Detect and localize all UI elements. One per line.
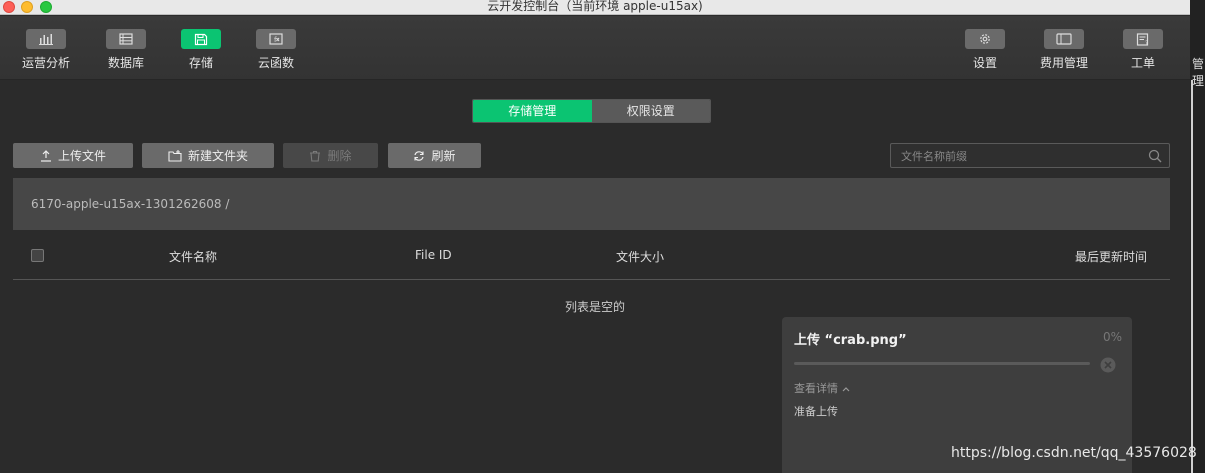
- empty-list-message: 列表是空的: [564, 300, 625, 314]
- view-details-label: 查看详情: [794, 382, 838, 395]
- delete-button[interactable]: 删除: [283, 143, 378, 168]
- svg-text:?: ?: [1145, 40, 1148, 46]
- window-divider: [1191, 80, 1193, 473]
- chevron-up-icon: [842, 387, 849, 392]
- column-header-size[interactable]: 文件大小: [616, 248, 664, 265]
- app-window: 云开发控制台（当前环境 apple-u15ax) 运营分析 数据库 存储 f 云…: [0, 0, 1205, 473]
- column-header-file-id[interactable]: File ID: [415, 248, 452, 262]
- storage-tabs: 存储管理 权限设置: [472, 99, 711, 123]
- clipped-toolbar-label: 管理: [1192, 57, 1205, 88]
- toolbar-ticket-button[interactable]: ? 工单: [1113, 29, 1173, 71]
- upload-file-label: 上传文件: [57, 149, 106, 163]
- new-folder-icon: [168, 149, 182, 162]
- database-icon: [106, 29, 146, 49]
- toolbar-label: 工单: [1130, 56, 1155, 70]
- billing-icon: [1044, 29, 1084, 49]
- cancel-upload-icon[interactable]: [1100, 357, 1116, 373]
- select-all-checkbox[interactable]: [31, 249, 44, 262]
- svg-text:f: f: [274, 36, 277, 44]
- breadcrumb: 6170-apple-u15ax-1301262608 /: [13, 178, 1170, 230]
- toolbar-label: 存储: [188, 56, 213, 70]
- tab-permission-settings[interactable]: 权限设置: [591, 100, 710, 122]
- upload-percent: 0%: [1102, 330, 1122, 344]
- refresh-label: 刷新: [431, 149, 456, 163]
- bar-chart-icon: [26, 29, 66, 49]
- toolbar-storage-button[interactable]: 存储: [171, 29, 231, 71]
- toolbar-database-button[interactable]: 数据库: [96, 29, 156, 71]
- toolbar-billing-button[interactable]: 费用管理: [1034, 29, 1094, 71]
- tab-storage-management[interactable]: 存储管理: [473, 100, 592, 122]
- delete-label: 删除: [327, 149, 352, 163]
- breadcrumb-path[interactable]: 6170-apple-u15ax-1301262608 /: [31, 197, 229, 211]
- new-folder-button[interactable]: 新建文件夹: [142, 143, 274, 168]
- title-bar: 云开发控制台（当前环境 apple-u15ax): [0, 0, 1190, 15]
- toolbar-analytics-button[interactable]: 运营分析: [16, 29, 76, 71]
- gear-icon: [965, 29, 1005, 49]
- refresh-icon: [414, 150, 425, 161]
- toolbar-label: 数据库: [107, 56, 144, 70]
- toolbar-label: 运营分析: [21, 56, 70, 70]
- window-title: 云开发控制台（当前环境 apple-u15ax): [487, 0, 703, 13]
- search-input[interactable]: [901, 147, 1141, 165]
- toolbar-label: 设置: [972, 56, 997, 70]
- storage-icon: [181, 29, 221, 49]
- toolbar-label: 费用管理: [1039, 56, 1088, 70]
- toolbar-settings-button[interactable]: 设置: [955, 29, 1015, 71]
- ticket-icon: ?: [1123, 29, 1163, 49]
- toolbar-label: 云函数: [257, 56, 294, 70]
- refresh-button[interactable]: 刷新: [388, 143, 481, 168]
- table-header: 文件名称 File ID 文件大小 最后更新时间: [13, 240, 1170, 280]
- upload-icon: [40, 149, 51, 162]
- upload-file-button[interactable]: 上传文件: [13, 143, 133, 168]
- new-folder-label: 新建文件夹: [187, 149, 248, 163]
- column-header-updated[interactable]: 最后更新时间: [1075, 248, 1147, 265]
- function-icon: f: [256, 29, 296, 49]
- upload-progress-bar: [794, 362, 1090, 365]
- watermark: https://blog.csdn.net/qq_43576028: [951, 445, 1197, 461]
- file-search-box: [890, 143, 1170, 168]
- main-toolbar: 运营分析 数据库 存储 f 云函数 设置 费用管理 ? 工单: [0, 16, 1190, 80]
- view-details-toggle[interactable]: 查看详情: [794, 380, 850, 396]
- trash-icon: [310, 150, 321, 162]
- column-header-name[interactable]: 文件名称: [169, 248, 217, 265]
- upload-title: 上传 “crab.png”: [794, 333, 907, 348]
- search-icon[interactable]: [1148, 149, 1162, 163]
- toolbar-functions-button[interactable]: f 云函数: [246, 29, 306, 71]
- upload-status: 准备上传: [794, 405, 838, 418]
